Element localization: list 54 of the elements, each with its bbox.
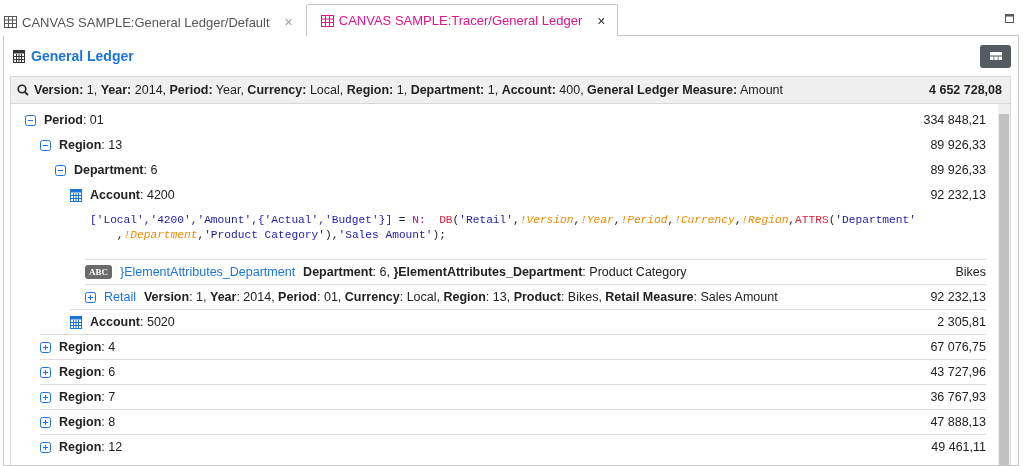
node-label: Region: 7 — [59, 390, 116, 404]
collapse-icon[interactable] — [40, 139, 51, 151]
cube-link[interactable]: Retail — [104, 290, 136, 304]
search-icon — [17, 84, 29, 96]
text-type-badge: ABC — [85, 265, 112, 279]
expand-icon[interactable] — [40, 366, 51, 378]
node-value: 89 926,33 — [930, 163, 986, 177]
node-value: 92 232,13 — [930, 188, 986, 202]
collapse-icon[interactable] — [25, 114, 36, 126]
collapse-icon[interactable] — [55, 164, 66, 176]
node-label: Account: 5020 — [90, 315, 175, 329]
query-total: 4 652 728,08 — [929, 83, 1002, 97]
calculator-icon — [70, 188, 82, 202]
node-label: Region: 12 — [59, 440, 123, 454]
node-value: 92 232,13 — [930, 290, 986, 304]
expand-icon[interactable] — [40, 441, 51, 453]
node-label: Department: 6, }ElementAttributes_Department: Product Category — [303, 265, 687, 279]
node-value: 47 888,13 — [930, 415, 986, 429]
node-value: Bikes — [955, 265, 986, 279]
node-label: Period: 01 — [44, 113, 104, 127]
node-label: Account: 4200 — [90, 188, 175, 202]
node-value: 67 076,75 — [930, 340, 986, 354]
node-value: 36 767,93 — [930, 390, 986, 404]
layout-button[interactable] — [980, 44, 1011, 68]
node-value: 2 305,81 — [937, 315, 986, 329]
node-label: Region: 8 — [59, 415, 116, 429]
grid-icon — [989, 52, 1002, 60]
tab[interactable]: CANVAS SAMPLE:Tracer/General Ledger × — [305, 4, 619, 36]
node-value: 49 461,11 — [931, 440, 986, 454]
formula-code: ['Local','4200','Amount',{'Actual','Budget'}] = N: DB('Retail',!Version,!Year,!Period,!Currency,!Region,ATTRS('Department' ,!Department,'Product Category'),'Sales Amount'); — [90, 213, 917, 243]
panel-title: General Ledger — [31, 48, 135, 64]
expand-icon[interactable] — [85, 291, 96, 303]
scrollbar[interactable] — [998, 104, 1010, 465]
expand-icon[interactable] — [40, 391, 51, 403]
expand-icon[interactable] — [40, 341, 51, 353]
expand-icon[interactable] — [40, 416, 51, 428]
node-value: 89 926,33 — [930, 138, 986, 152]
node-label: Region: 6 — [59, 365, 116, 379]
query-text: Version: 1, Year: 2014, Period: Year, Currency: Local, Region: 1, Department: 1, Account: 400, General Ledger Measure: Amount — [34, 83, 784, 97]
close-icon[interactable]: × — [597, 12, 606, 29]
node-value: 334 848,21 — [923, 113, 986, 127]
tab-label: CANVAS SAMPLE:Tracer/General Ledger — [338, 13, 583, 28]
attribute-link[interactable]: }ElementAttributes_Department — [120, 265, 296, 279]
node-label: Region: 13 — [59, 138, 123, 152]
node-label: Version: 1, Year: 2014, Period: 01, Currency: Local, Region: 13, Product: Bikes, Retail Measure: Sales Amount — [143, 290, 778, 304]
node-label: Region: 4 — [59, 340, 116, 354]
tab-label: CANVAS SAMPLE:General Ledger/Default — [22, 14, 270, 30]
table-icon — [4, 16, 17, 28]
maximize-icon[interactable] — [1005, 14, 1014, 23]
node-label: Department: 6 — [74, 163, 158, 177]
calculator-icon — [13, 49, 25, 63]
table-icon — [320, 14, 334, 27]
calculator-icon — [70, 315, 82, 329]
node-value: 43 727,96 — [930, 365, 986, 379]
